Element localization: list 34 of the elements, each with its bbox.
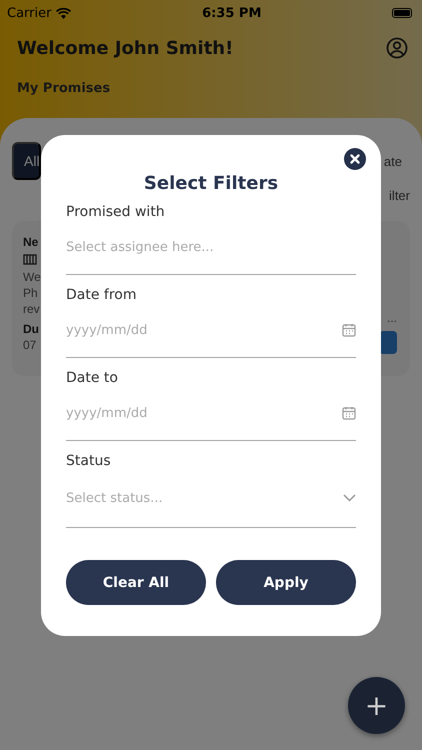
filter-chip[interactable]: All	[12, 142, 41, 180]
card-text: We	[23, 270, 41, 284]
calendar-icon[interactable]	[342, 323, 356, 337]
status-dropdown[interactable]: Select status...	[66, 490, 343, 506]
card-action-button[interactable]	[380, 331, 397, 354]
barcode-icon	[23, 254, 37, 265]
field-label: Date from	[66, 287, 138, 303]
field-label: Promised with	[66, 204, 166, 220]
card-text: Ph	[23, 286, 39, 300]
carrier-label: Carrier	[7, 6, 52, 20]
due-label: Du	[23, 322, 40, 336]
card-title: Ne	[23, 235, 40, 249]
status-time: 6:35 PM	[202, 6, 262, 20]
assignee-field[interactable]: Select assignee here...	[66, 240, 356, 254]
field-label: Date to	[66, 370, 119, 386]
section-title: My Promises	[16, 80, 112, 96]
field-label: Status	[66, 453, 112, 469]
due-date: 07	[23, 338, 38, 352]
wifi-icon	[56, 8, 72, 18]
card-text: rev	[23, 302, 41, 316]
date-field[interactable]: yyyy/mm/dd	[66, 322, 342, 338]
date-field[interactable]: yyyy/mm/dd	[66, 406, 342, 420]
clear-button[interactable]: Clear All	[66, 560, 206, 605]
calendar-icon[interactable]	[342, 406, 356, 420]
sort-label: ate	[384, 154, 403, 168]
apply-button[interactable]: Apply	[216, 560, 356, 605]
ellipsis-text: ...	[386, 311, 397, 325]
profile-icon[interactable]	[386, 37, 408, 59]
chevron-down-icon[interactable]	[343, 494, 356, 502]
close-button[interactable]	[344, 148, 366, 170]
welcome-title: Welcome John Smith!	[17, 38, 234, 58]
dialog-title: Select Filters	[144, 173, 278, 194]
battery-icon	[392, 8, 412, 18]
filter-label: ilter	[389, 188, 410, 203]
